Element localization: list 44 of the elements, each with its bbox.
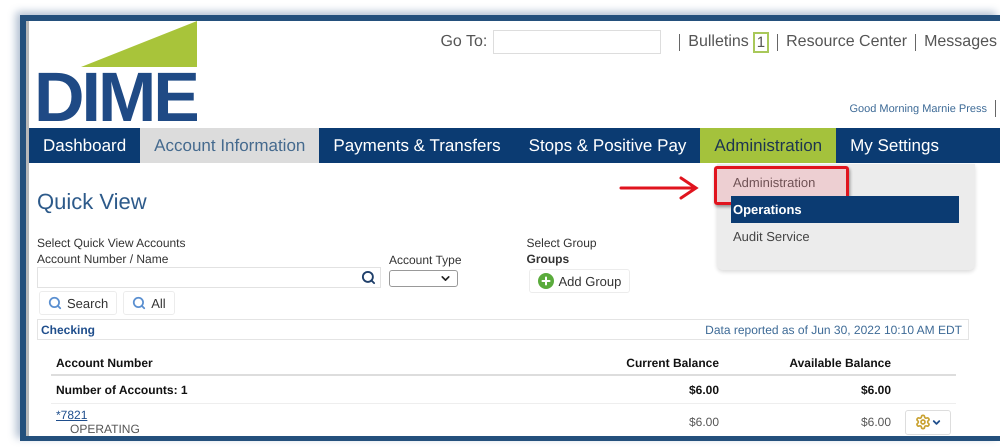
nav-tab[interactable]: Account Information (140, 128, 320, 163)
add-group-button[interactable]: Add Group (528, 269, 630, 293)
section-label: Select Group (526, 235, 598, 251)
column-header: Account Number (56, 356, 154, 370)
search-icon (132, 296, 146, 310)
arrow-icon (619, 176, 699, 200)
table-cell-text: $6.00 (860, 382, 891, 396)
gear-icon (914, 414, 930, 430)
account-type-select[interactable] (389, 270, 458, 287)
field-label: Account Type (389, 252, 462, 268)
column-header: Current Balance (625, 356, 719, 370)
header-link[interactable]: Resource Center (786, 33, 908, 51)
goto-field[interactable] (493, 30, 662, 54)
header-link[interactable]: Bulletins (688, 33, 749, 51)
account-field[interactable] (37, 267, 381, 288)
nav-tab[interactable]: Administration (700, 128, 836, 163)
search-button[interactable]: All (123, 291, 175, 315)
as-of-text: Data reported as of Jun 30, 2022 10:10 AM EDT (705, 322, 962, 336)
account-link[interactable]: *7821 (56, 408, 88, 422)
menu-item[interactable]: Operations (731, 196, 959, 223)
section-label: Select Quick View Accounts (37, 235, 187, 251)
menu-item[interactable]: Administration (731, 169, 959, 196)
gear-menu-button[interactable] (905, 410, 951, 434)
count-badge: 1 (752, 32, 770, 52)
field-label: Account Number / Name (37, 251, 170, 267)
table-cell-text: $6.00 (688, 382, 719, 396)
greeting: Good Morning Marnie Press (849, 102, 987, 114)
table-cell-text: $6.00 (688, 415, 719, 429)
account-name: OPERATING (69, 422, 141, 436)
field-label: Groups (526, 251, 570, 267)
search-icon (361, 270, 376, 285)
logo: DIME (34, 69, 197, 126)
goto-label: Go To: (440, 33, 488, 51)
column-header: Available Balance (788, 356, 891, 370)
logo-triangle-icon (81, 21, 197, 69)
header-link[interactable]: Messages (924, 33, 997, 51)
search-icon (48, 296, 62, 310)
plus-icon (538, 273, 554, 289)
menu-item[interactable]: Audit Service (731, 223, 959, 250)
section-title: Checking (41, 322, 96, 336)
page-title: Quick View (37, 189, 147, 215)
table-cell-text: Number of Accounts: 1 (56, 382, 189, 396)
search-button[interactable]: Search (39, 291, 118, 315)
table-cell-text: $6.00 (860, 415, 891, 429)
